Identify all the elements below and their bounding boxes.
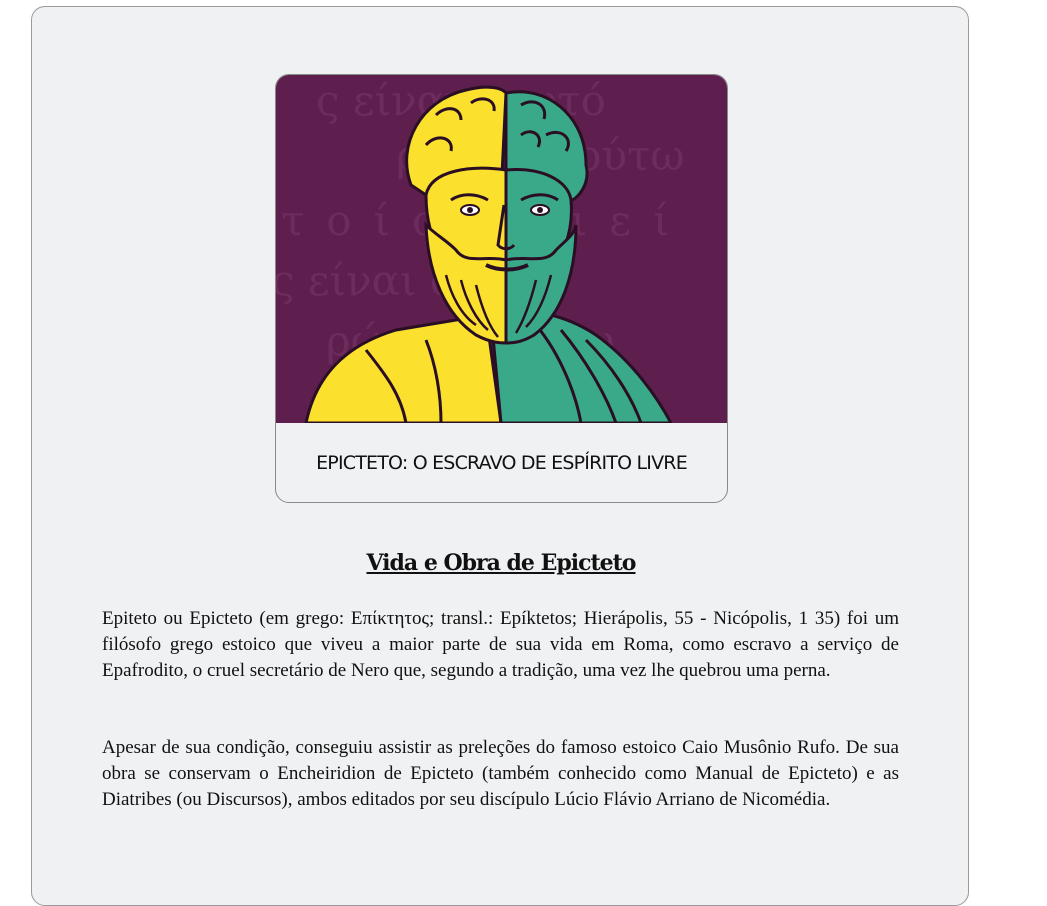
content-card: ς είναι σαυτό ρώτον ∙ ούτω τοίς ∙ ιεί ς … [31, 6, 969, 906]
paragraph: Epiteto ou Epicteto (em grego: Επίκτητος… [102, 608, 899, 681]
hero-caption[interactable]: EPICTETO: O ESCRAVO DE ESPÍRITO LIVRE [276, 423, 727, 502]
paragraph: Apesar de sua condição, conseguiu assist… [102, 737, 899, 810]
section-title: Vida e Obra de Epicteto [366, 550, 637, 576]
epictetus-illustration: ς είναι σαυτό ρώτον ∙ ούτω τοίς ∙ ιεί ς … [276, 75, 727, 423]
hero-card[interactable]: ς είναι σαυτό ρώτον ∙ ούτω τοίς ∙ ιεί ς … [275, 74, 728, 503]
